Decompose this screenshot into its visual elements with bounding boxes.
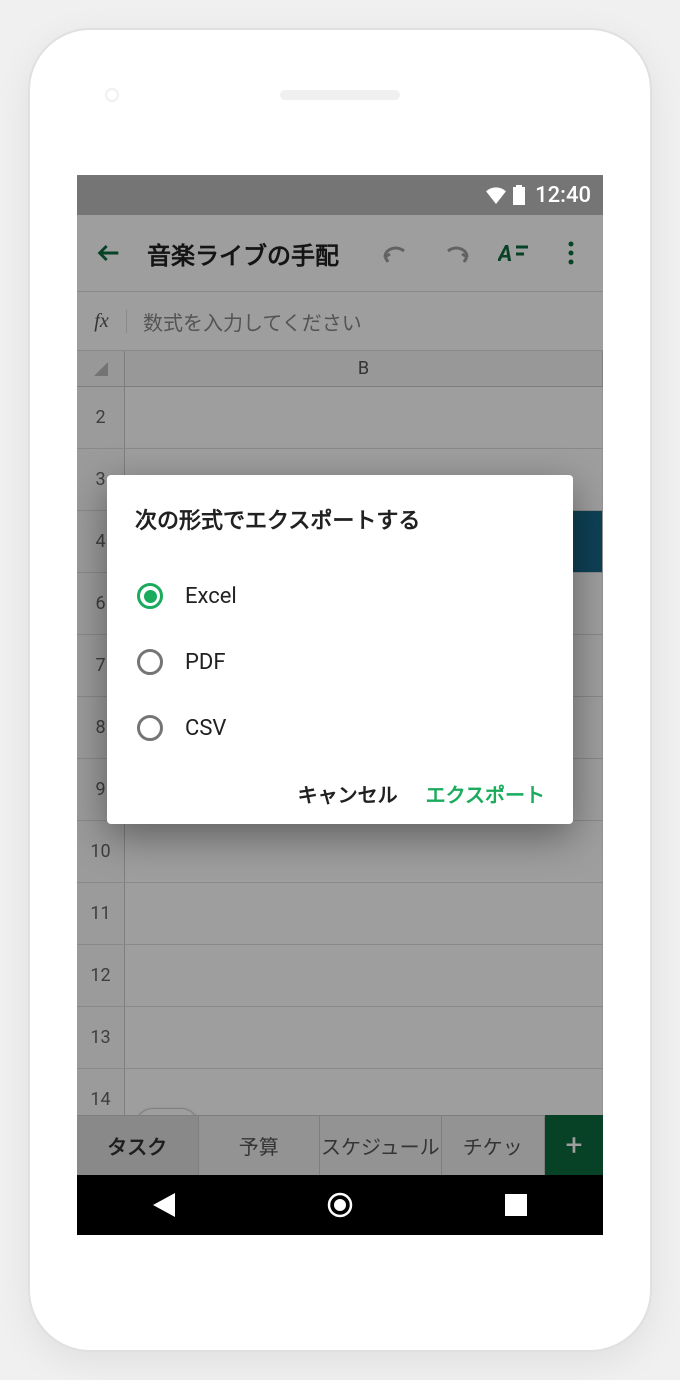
- camera-dot: [105, 88, 119, 102]
- radio-label: Excel: [185, 584, 237, 609]
- row-header[interactable]: 12: [77, 945, 125, 1006]
- screen: 12:40 音楽ライブの手配 A: [77, 175, 603, 1235]
- row-header[interactable]: 13: [77, 1007, 125, 1068]
- corner-cell[interactable]: [77, 351, 125, 386]
- cell[interactable]: [125, 387, 603, 448]
- nav-back-button[interactable]: [153, 1193, 175, 1217]
- app-bar: 音楽ライブの手配 A: [77, 215, 603, 291]
- sheet-row: 12: [77, 945, 603, 1007]
- radio-option-excel[interactable]: Excel: [135, 563, 545, 629]
- phone-frame: 12:40 音楽ライブの手配 A: [30, 30, 650, 1350]
- radio-option-csv[interactable]: CSV: [135, 695, 545, 761]
- battery-icon: [513, 185, 525, 205]
- sheet-tabs: タスク 予算 スケジュール チケッ +: [77, 1115, 603, 1175]
- cancel-button[interactable]: キャンセル: [298, 779, 398, 808]
- export-dialog: 次の形式でエクスポートする Excel PDF CSV キャンセル エクスポート: [107, 475, 573, 824]
- dialog-actions: キャンセル エクスポート: [135, 779, 545, 808]
- radio-circle-icon: [137, 583, 163, 609]
- row-header[interactable]: 2: [77, 387, 125, 448]
- sheet-row: 11: [77, 883, 603, 945]
- cell[interactable]: [125, 945, 603, 1006]
- status-bar: 12:40: [77, 175, 603, 215]
- radio-label: PDF: [185, 650, 225, 675]
- undo-button[interactable]: [377, 233, 417, 273]
- formula-bar: fx 数式を入力してください: [77, 291, 603, 351]
- cell[interactable]: [125, 821, 603, 882]
- nav-home-button[interactable]: [327, 1192, 353, 1218]
- more-button[interactable]: [551, 233, 591, 273]
- svg-text:A: A: [498, 242, 512, 265]
- add-sheet-button[interactable]: +: [545, 1115, 603, 1175]
- format-button[interactable]: A: [493, 233, 533, 273]
- back-button[interactable]: [89, 233, 129, 273]
- export-button[interactable]: エクスポート: [426, 779, 545, 808]
- wifi-icon: [485, 186, 507, 204]
- radio-circle-icon: [137, 715, 163, 741]
- speaker-grill: [280, 90, 400, 100]
- column-header-b[interactable]: B: [125, 351, 603, 386]
- sheet-row: 13: [77, 1007, 603, 1069]
- status-time: 12:40: [535, 183, 591, 208]
- sheet-tab-budget[interactable]: 予算: [199, 1115, 321, 1175]
- sheet-tab-tasks[interactable]: タスク: [77, 1115, 199, 1175]
- phone-top: [45, 45, 635, 145]
- sheet-tab-schedule[interactable]: スケジュール: [320, 1115, 442, 1175]
- formula-input[interactable]: 数式を入力してください: [127, 307, 603, 336]
- row-header[interactable]: 10: [77, 821, 125, 882]
- sheet-row: 2: [77, 387, 603, 449]
- fx-label: fx: [77, 310, 127, 333]
- cell[interactable]: [125, 1007, 603, 1068]
- row-header[interactable]: 11: [77, 883, 125, 944]
- sheet-row: 10: [77, 821, 603, 883]
- dialog-title: 次の形式でエクスポートする: [135, 503, 545, 535]
- document-title: 音楽ライブの手配: [147, 236, 359, 271]
- nav-recent-button[interactable]: [505, 1194, 527, 1216]
- cell[interactable]: [125, 883, 603, 944]
- radio-label: CSV: [185, 716, 226, 741]
- android-nav-bar: [77, 1175, 603, 1235]
- sheet-tab-tickets[interactable]: チケッ: [442, 1115, 545, 1175]
- phone-inner: 12:40 音楽ライブの手配 A: [45, 45, 635, 1335]
- radio-option-pdf[interactable]: PDF: [135, 629, 545, 695]
- redo-button[interactable]: [435, 233, 475, 273]
- radio-dot-icon: [144, 590, 157, 603]
- column-header-row: B: [77, 351, 603, 387]
- radio-circle-icon: [137, 649, 163, 675]
